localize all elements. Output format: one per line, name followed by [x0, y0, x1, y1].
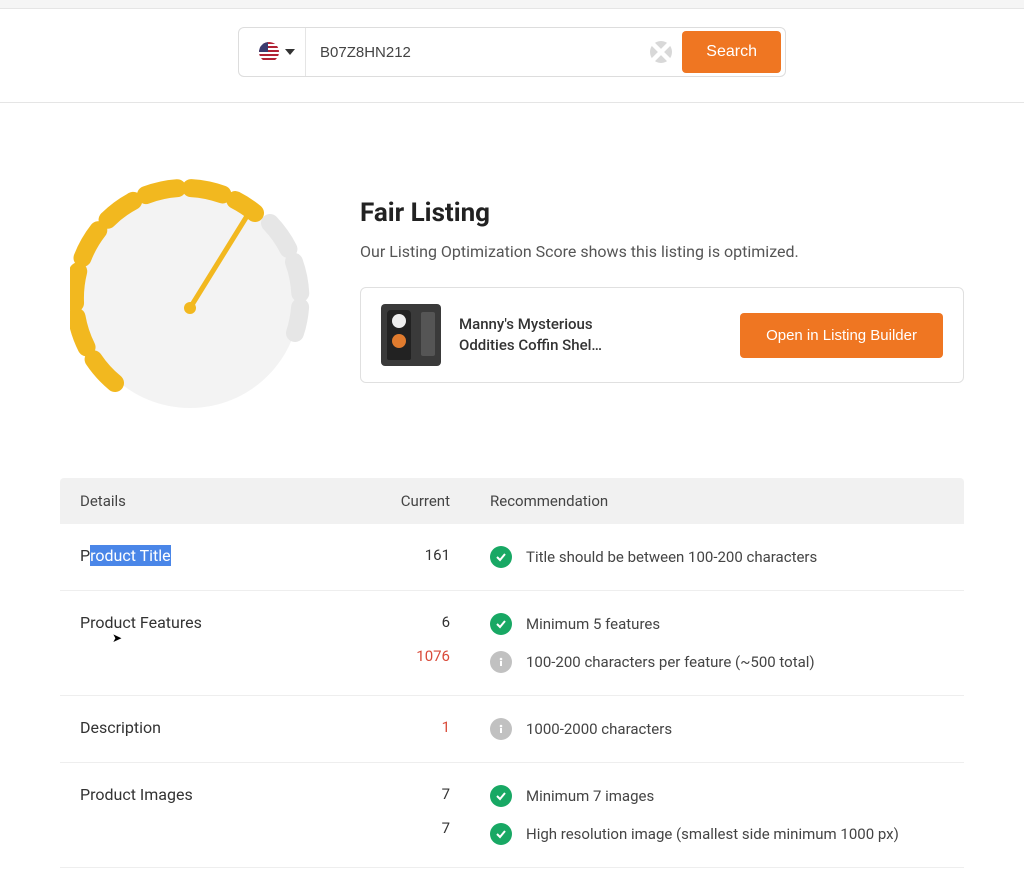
locale-selector[interactable] [249, 28, 306, 76]
close-icon [650, 41, 672, 63]
chevron-down-icon [285, 49, 295, 55]
row-label-product-title[interactable]: Product Title [80, 546, 360, 565]
table-row: Description 1 1000-2000 characters [60, 696, 964, 763]
row-label-product-images[interactable]: Product Images [80, 785, 360, 804]
rec-line: Minimum 5 features [490, 613, 944, 635]
row-current: 161 [360, 546, 490, 564]
listing-score-title: Fair Listing [360, 198, 964, 228]
rec-line: 100-200 characters per feature (~500 tot… [490, 651, 944, 673]
table-header: Details Current Recommendation [60, 478, 964, 524]
rec-line: Minimum 7 images [490, 785, 944, 807]
table-row: Product Title 161 Title should be betwee… [60, 524, 964, 591]
row-current: 7 7 [360, 785, 490, 837]
search-bar-container: Search [0, 9, 1024, 103]
row-current: 6 1076 [360, 613, 490, 665]
row-label-product-features[interactable]: Product Features [80, 613, 360, 632]
check-icon [490, 546, 512, 568]
rec-line: 1000-2000 characters [490, 718, 944, 740]
header-current: Current [360, 492, 490, 510]
clear-search-button[interactable] [650, 41, 672, 63]
row-recommendation: Minimum 5 features 100-200 characters pe… [490, 613, 944, 673]
header-details: Details [80, 492, 360, 510]
score-gauge [70, 178, 310, 418]
info-icon [490, 651, 512, 673]
details-table: Details Current Recommendation Product T… [60, 478, 964, 868]
rec-line: Title should be between 100-200 characte… [490, 546, 944, 568]
row-current: 1 [360, 718, 490, 736]
search-input[interactable] [306, 44, 650, 61]
open-listing-builder-button[interactable]: Open in Listing Builder [740, 313, 943, 358]
search-button[interactable]: Search [682, 31, 781, 73]
check-icon [490, 785, 512, 807]
table-row: Product Features 6 1076 Minimum 5 featur… [60, 591, 964, 696]
flag-us-icon [259, 42, 279, 62]
check-icon [490, 613, 512, 635]
product-thumbnail [381, 304, 441, 366]
row-recommendation: 1000-2000 characters [490, 718, 944, 740]
header-recommendation: Recommendation [490, 492, 944, 510]
check-icon [490, 823, 512, 845]
info-icon [490, 718, 512, 740]
row-label-description[interactable]: Description [80, 718, 360, 737]
gauge-arc-icon [70, 178, 310, 418]
listing-score-subtitle: Our Listing Optimization Score shows thi… [360, 242, 964, 261]
hero-section: Fair Listing Our Listing Optimization Sc… [60, 178, 964, 418]
product-name: Manny's Mysterious Oddities Coffin Shel… [459, 314, 639, 356]
top-strip [0, 0, 1024, 9]
product-card: Manny's Mysterious Oddities Coffin Shel…… [360, 287, 964, 383]
row-recommendation: Title should be between 100-200 characte… [490, 546, 944, 568]
rec-line: High resolution image (smallest side min… [490, 823, 944, 845]
main-content: Fair Listing Our Listing Optimization Sc… [0, 128, 1024, 888]
row-recommendation: Minimum 7 images High resolution image (… [490, 785, 944, 845]
search-bar: Search [238, 27, 786, 77]
table-row: Product Images 7 7 Minimum 7 images High… [60, 763, 964, 868]
hero-text: Fair Listing Our Listing Optimization Sc… [360, 178, 964, 383]
